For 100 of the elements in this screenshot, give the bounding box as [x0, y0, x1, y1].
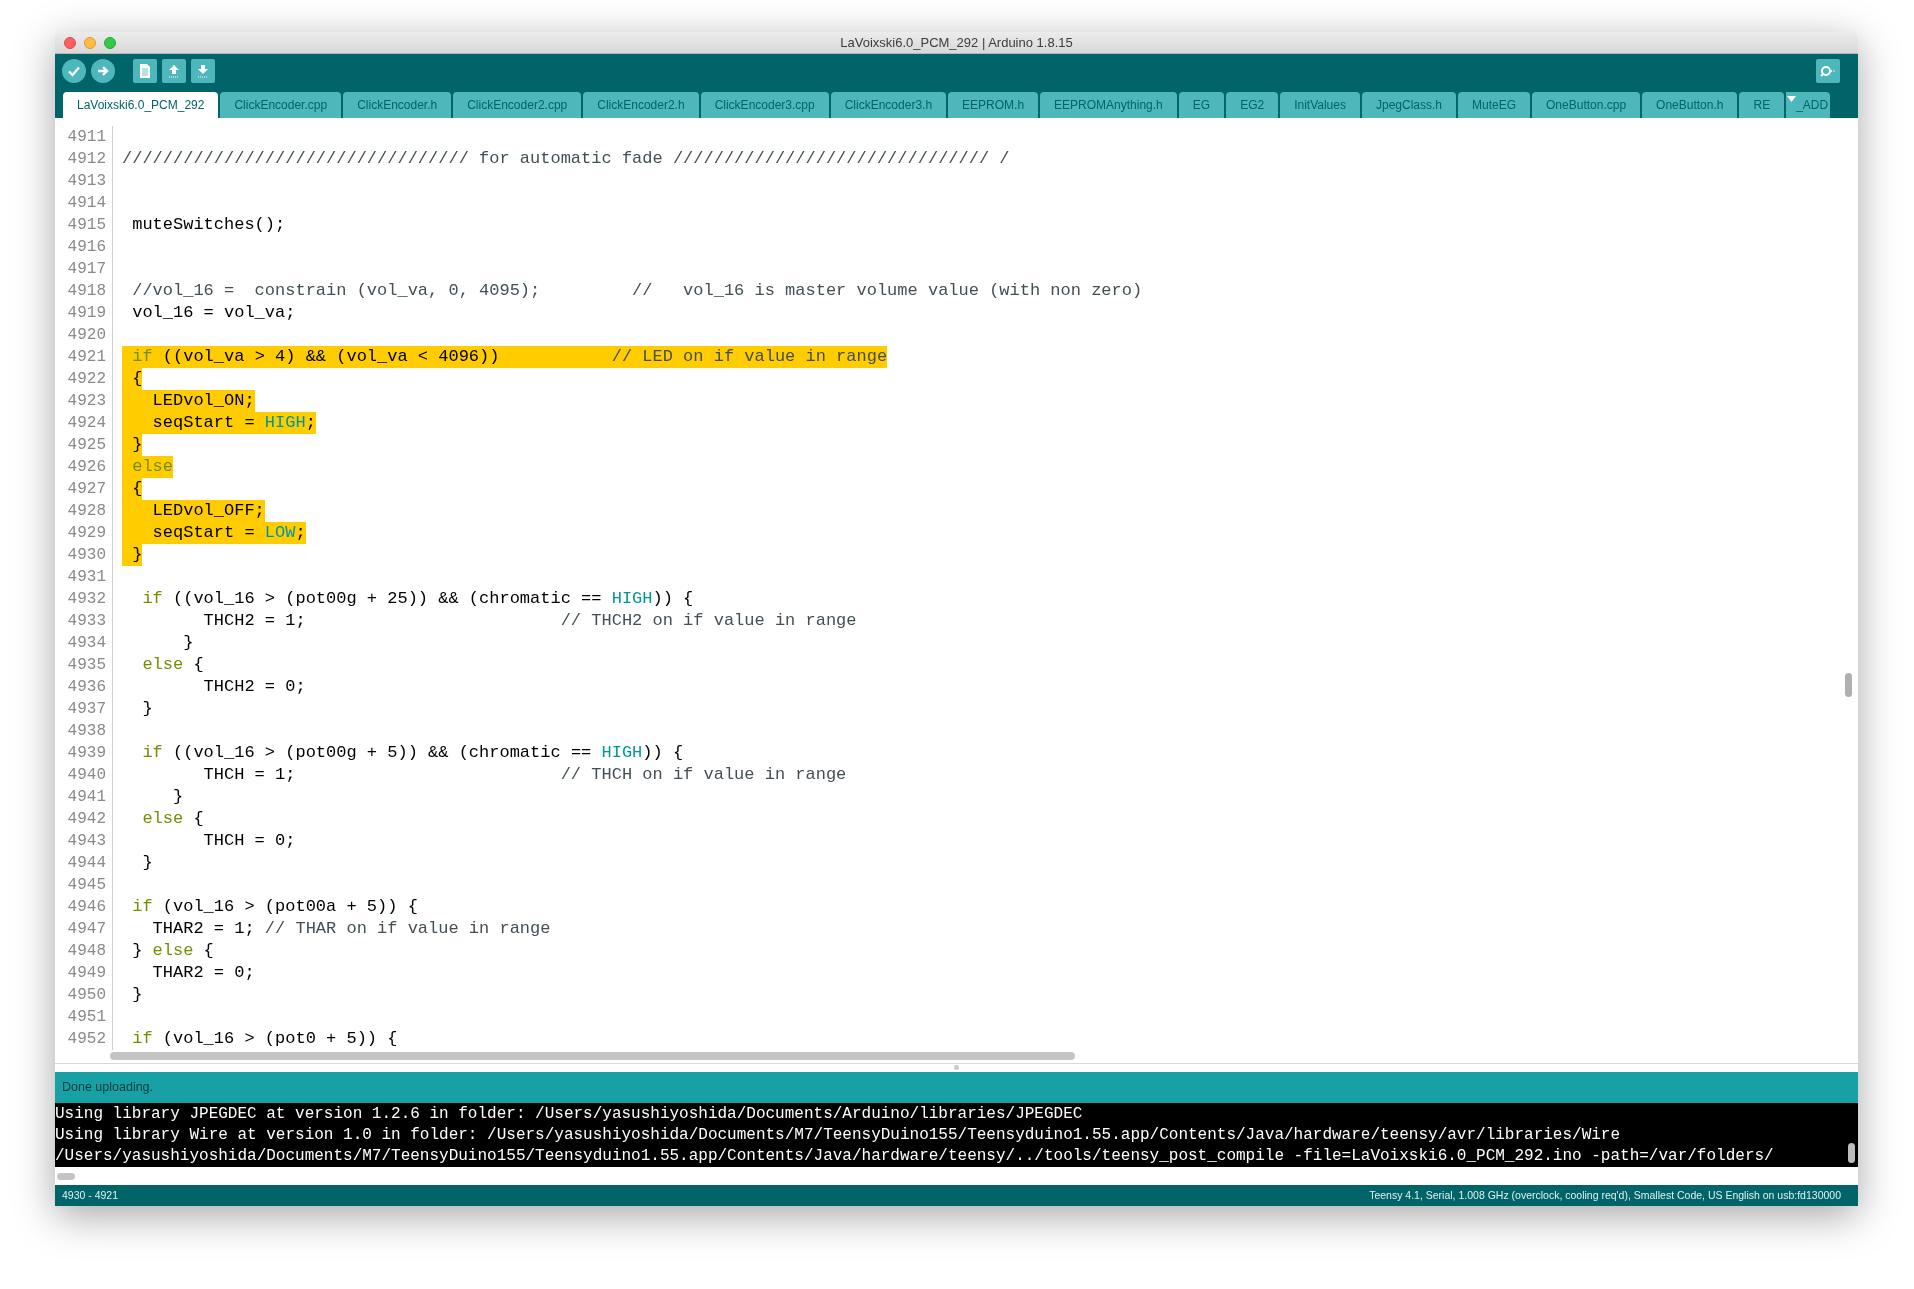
open-button[interactable]	[162, 58, 186, 83]
arrow-up-icon	[167, 62, 181, 79]
line-number: 4940	[67, 765, 106, 786]
line-number: 4945	[67, 875, 106, 896]
line-number: 4943	[67, 831, 106, 852]
console-line: Using library Wire at version 1.0 in folder: /Users/yasushiyoshida/Documents/M7/TeensyDuino155/Teensyduino1.55.app/Contents/Java/hardware/teensy/avr/libraries/Wire	[55, 1125, 1621, 1146]
line-number: 4952	[67, 1029, 106, 1050]
file-tab[interactable]: ClickEncoder3.h	[830, 92, 947, 118]
code-line: }	[131, 984, 143, 1006]
file-tab[interactable]: LaVoixski6.0_PCM_292	[63, 92, 219, 118]
file-tab[interactable]: EEPROM.h	[948, 92, 1039, 118]
line-range: 4930 - 4921	[62, 1187, 119, 1203]
code-line: }	[141, 698, 153, 720]
line-number: 4918	[67, 281, 106, 302]
file-tab[interactable]: MuteEG	[1458, 92, 1531, 118]
code-line: THCH = 1; // THCH on if value in range	[202, 764, 847, 786]
file-tab[interactable]: ClickEncoder2.cpp	[453, 92, 582, 118]
code-line: //vol_16 = constrain (vol_va, 0, 4095); // vol_16 is master volume value (with non zero)	[131, 280, 1143, 302]
file-tab[interactable]: InitValues	[1280, 92, 1360, 118]
file-tab[interactable]: ClickEncoder.cpp	[220, 92, 342, 118]
arrow-right-icon	[96, 63, 110, 78]
code-line: }	[172, 786, 184, 808]
vertical-scrollbar-thumb[interactable]	[1845, 673, 1852, 697]
file-tab[interactable]: EG2	[1226, 92, 1279, 118]
line-number: 4911	[67, 127, 106, 148]
line-number: 4912	[67, 149, 106, 170]
code-line: else {	[141, 808, 204, 830]
file-tab[interactable]: ClickEncoder3.cpp	[700, 92, 829, 118]
upload-button[interactable]	[91, 58, 115, 83]
code-line: THAR2 = 0;	[151, 962, 255, 984]
file-tab[interactable]: EEPROMAnything.h	[1040, 92, 1177, 118]
line-number: 4941	[67, 787, 106, 808]
line-number: 4930	[67, 545, 106, 566]
code-line: if ((vol_16 > (pot00g + 25)) && (chromatic == HIGH)) {	[141, 588, 694, 610]
code-line: THCH = 0;	[202, 830, 296, 852]
line-number: 4922	[67, 369, 106, 390]
file-tab[interactable]: RE	[1739, 92, 1785, 118]
line-number: 4950	[67, 985, 106, 1006]
console-line: /Users/yasushiyoshida/Documents/M7/TeensyDuino155/Teensyduino1.55.app/Contents/Java/hardware/teensy/../tools/teensy_post_compile -file=LaVoixski6.0_PCM_292.ino -path=/var/folders/	[55, 1146, 1774, 1167]
console-horizontal-scrollbar-thumb[interactable]	[57, 1172, 75, 1180]
file-tab[interactable]: ClickEncoder2.h	[583, 92, 699, 118]
search-icon	[1820, 63, 1836, 78]
verify-button[interactable]	[62, 58, 86, 83]
line-number: 4920	[67, 325, 106, 346]
line-number: 4927	[67, 479, 106, 500]
tab-label-fragment: _ADD	[1796, 97, 1829, 114]
line-number: 4939	[67, 743, 106, 764]
horizontal-scrollbar-thumb[interactable]	[110, 1052, 1075, 1061]
code-line: ////////////////////////////////// for automatic fade /////////////////////////////// /	[122, 148, 1010, 170]
file-tab[interactable]: EG	[1178, 92, 1225, 118]
line-number: 4948	[67, 941, 106, 962]
line-number: 4915	[67, 215, 106, 236]
line-number: 4923	[67, 391, 106, 412]
zoom-button[interactable]	[104, 37, 116, 49]
minimize-button[interactable]	[84, 37, 96, 49]
line-number: 4914	[67, 193, 106, 214]
line-number: 4937	[67, 699, 106, 720]
save-button[interactable]	[191, 58, 215, 83]
line-number: 4919	[67, 303, 106, 324]
line-number: 4947	[67, 919, 106, 940]
line-number: 4925	[67, 435, 106, 456]
close-button[interactable]	[64, 37, 76, 49]
line-number: 4917	[67, 259, 106, 280]
code-line: THAR2 = 1; // THAR on if value in range	[151, 918, 551, 940]
line-number: 4931	[67, 567, 106, 588]
console-scrollbar-thumb[interactable]	[1848, 1143, 1855, 1163]
code-line: }	[182, 632, 194, 654]
code-line: THCH2 = 0;	[202, 676, 306, 698]
line-number: 4913	[67, 171, 106, 192]
code-line: if (vol_16 > (pot00a + 5)) {	[131, 896, 418, 918]
code-line: } else {	[131, 940, 214, 962]
line-number: 4946	[67, 897, 106, 918]
code-line: }	[141, 852, 153, 874]
line-number: 4949	[67, 963, 106, 984]
file-tab[interactable]: OneButton.h	[1642, 92, 1738, 118]
file-tab[interactable]: JpegClass.h	[1361, 92, 1456, 118]
line-number: 4929	[67, 523, 106, 544]
splitter-handle[interactable]	[954, 1065, 959, 1071]
line-number: 4951	[67, 1007, 106, 1028]
line-number: 4928	[67, 501, 106, 522]
line-number: 4924	[67, 413, 106, 434]
line-number: 4934	[67, 633, 106, 654]
window-title: LaVoixski6.0_PCM_292 | Arduino 1.8.15	[840, 33, 1073, 52]
serial-monitor-button[interactable]	[1816, 58, 1840, 83]
line-number: 4926	[67, 457, 106, 478]
code-line: if ((vol_16 > (pot00g + 5)) && (chromatic == HIGH)) {	[141, 742, 684, 764]
code-line: vol_16 = vol_va;	[131, 302, 296, 324]
arrow-down-icon	[196, 62, 210, 79]
file-tab[interactable]: OneButton.cpp	[1532, 92, 1641, 118]
line-number: 4921	[67, 347, 106, 368]
document-icon	[138, 62, 152, 79]
line-number: 4944	[67, 853, 106, 874]
console-line: Using library JPEGDEC at version 1.2.6 in folder: /Users/yasushiyoshida/Documents/Arduino/libraries/JPEGDEC	[55, 1104, 1083, 1125]
line-number: 4935	[67, 655, 106, 676]
file-tab[interactable]: ClickEncoder.h	[343, 92, 452, 118]
new-file-button[interactable]	[133, 58, 157, 83]
line-number: 4938	[67, 721, 106, 742]
status-message: Done uploading.	[62, 1079, 154, 1097]
caret-down-icon[interactable]	[1787, 96, 1797, 103]
board-info: Teensy 4.1, Serial, 1.008 GHz (overclock, cooling req'd), Smallest Code, US English on usb:fd130000	[1369, 1187, 1842, 1203]
